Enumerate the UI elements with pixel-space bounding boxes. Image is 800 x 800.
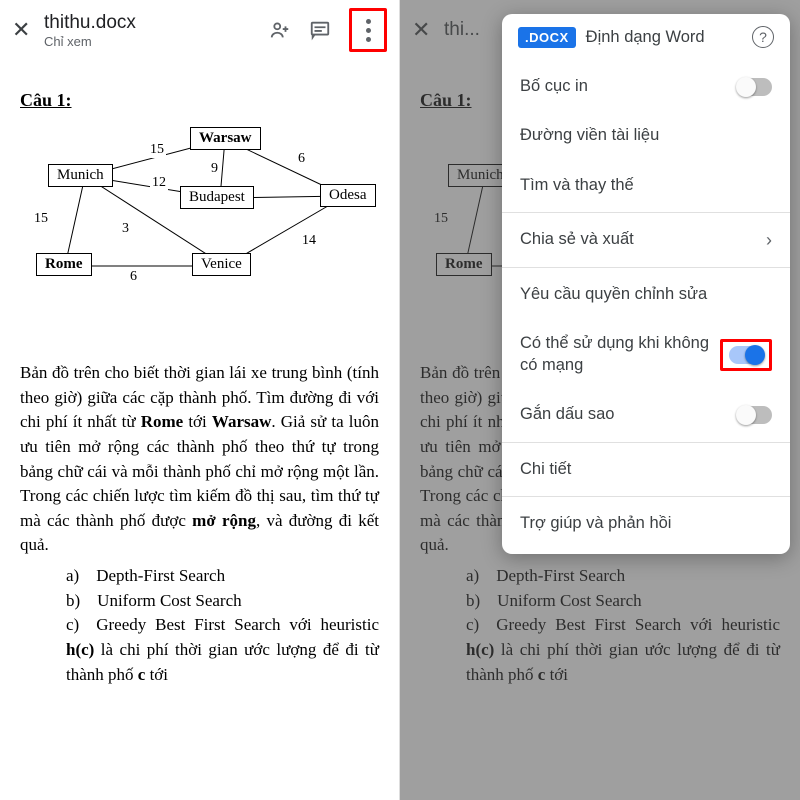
menu-item-label: Trợ giúp và phản hồi [520,513,772,534]
city-venice: Venice [192,253,251,276]
graph-diagram: Warsaw Munich Budapest Odesa Rome Venice… [20,121,379,301]
menu-item-label: Đường viền tài liệu [520,125,772,146]
docx-badge: .DOCX [518,27,576,48]
option-b: b) Uniform Cost Search [66,589,379,614]
menu-item-label: Yêu cầu quyền chỉnh sửa [520,284,772,305]
menu-find-replace[interactable]: Tìm và thay thế [502,161,790,210]
edge-label: 15 [148,142,166,158]
menu-item-label: Gắn dấu sao [520,404,738,425]
menu-print-layout[interactable]: Bố cục in [502,62,790,111]
app-header: ✕ thithu.docx Chỉ xem [0,0,399,60]
highlight-more-menu [349,8,387,52]
city-odesa: Odesa [320,184,376,207]
city-warsaw: Warsaw [190,127,261,150]
question-heading: Câu 1: [20,90,379,111]
edge-label: 14 [300,233,318,249]
right-pane: ✕ thi... Câu 1: Munich 15 Rome Bản đồ tr… [400,0,800,800]
city-budapest: Budapest [180,186,254,209]
word-format-label: Định dạng Word [586,28,742,47]
close-icon[interactable]: ✕ [12,17,40,43]
question-paragraph: Bản đồ trên cho biết thời gian lái xe tr… [20,361,379,558]
title-block: thithu.docx Chỉ xem [40,12,269,49]
menu-document-borders[interactable]: Đường viền tài liệu [502,111,790,160]
toggle-print-layout[interactable] [738,78,772,96]
edge-label: 6 [128,269,139,285]
menu-request-edit[interactable]: Yêu cầu quyền chỉnh sửa [502,270,790,319]
menu-help-feedback[interactable]: Trợ giúp và phản hồi [502,499,790,548]
city-munich: Munich [48,164,113,187]
options-menu-panel: .DOCX Định dạng Word ? Bố cục in Đường v… [502,14,790,554]
menu-share-export[interactable]: Chia sẻ và xuất › [502,215,790,264]
edge-label: 3 [120,221,131,237]
header-actions [269,8,387,52]
menu-item-label: Bố cục in [520,76,738,97]
menu-divider [502,496,790,497]
edge-label: 15 [32,211,50,227]
option-c: c) Greedy Best First Search với heuristi… [66,613,379,687]
left-pane: ✕ thithu.docx Chỉ xem Câu 1: [0,0,400,800]
edge-label: 6 [296,151,307,167]
menu-item-label: Tìm và thay thế [520,175,772,196]
menu-offline[interactable]: Có thể sử dụng khi không có mạng [502,319,790,390]
menu-item-label: Có thể sử dụng khi không có mạng [520,333,720,376]
more-menu-icon[interactable] [355,14,381,46]
menu-divider [502,212,790,213]
share-person-icon[interactable] [269,19,291,41]
options-list: a) Depth-First Search b) Uniform Cost Se… [20,564,379,687]
city-rome: Rome [36,253,92,276]
toggle-star[interactable] [738,406,772,424]
help-icon[interactable]: ? [752,26,774,48]
edge-label: 12 [150,175,168,191]
menu-item-label: Chi tiết [520,459,772,480]
menu-divider [502,442,790,443]
document-body: Câu 1: Warsaw Munich Budapest Odesa [0,60,399,687]
edge-label: 9 [209,161,220,177]
toggle-offline[interactable] [729,346,763,364]
menu-star[interactable]: Gắn dấu sao [502,390,790,439]
comment-icon[interactable] [309,19,331,41]
menu-details[interactable]: Chi tiết [502,445,790,494]
view-mode-label: Chỉ xem [44,34,269,49]
menu-item-label: Chia sẻ và xuất [520,229,766,250]
highlight-offline-toggle [720,339,772,371]
menu-divider [502,267,790,268]
file-name: thithu.docx [44,12,269,34]
menu-header: .DOCX Định dạng Word ? [502,26,790,62]
chevron-right-icon: › [766,230,772,251]
option-a: a) Depth-First Search [66,564,379,589]
